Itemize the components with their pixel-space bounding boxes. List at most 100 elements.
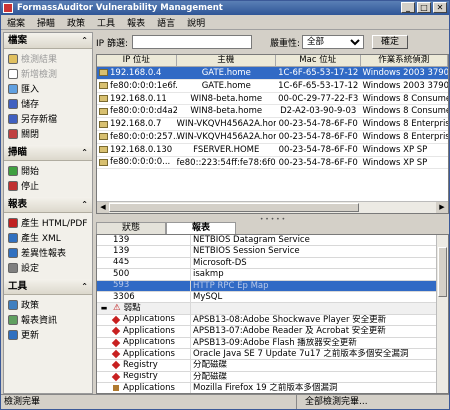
- mac-cell: 00-23-54-78-6F-F0: [278, 119, 358, 130]
- detail-category: 445: [113, 257, 130, 268]
- sidebar-item[interactable]: 產生 XML: [8, 230, 92, 245]
- sidebar-item[interactable]: 設定: [8, 260, 92, 275]
- col-ip[interactable]: IP 位址: [97, 55, 177, 66]
- col-host[interactable]: 主機: [177, 55, 276, 66]
- tab-report[interactable]: 報表: [166, 222, 236, 234]
- table-row[interactable]: fe80:0:0:0:1e6f... GATE.home 1C-6F-65-53-1…: [97, 80, 448, 93]
- ip-text: fe80:0:0:0:d4a2...: [110, 106, 177, 117]
- minimize-icon[interactable]: _: [401, 2, 415, 13]
- detail-body: 139 NETBIOS Datagram Service 139 NETBIOS Se…: [97, 235, 448, 394]
- sidebar-item[interactable]: 儲存: [8, 96, 92, 111]
- sidebar-section-scan[interactable]: 掃瞄 ⌃: [4, 145, 92, 161]
- close-window-icon[interactable]: ✕: [433, 2, 447, 13]
- scroll-left-icon[interactable]: ◀: [97, 202, 109, 213]
- table-row[interactable]: 192.168.0.7 WIN-VKQVH456A2A.home 00-23-54-…: [97, 118, 448, 131]
- detail-row[interactable]: Registry 分配磁碟: [97, 360, 448, 372]
- maximize-icon[interactable]: □: [417, 2, 431, 13]
- row-marker[interactable]: ▬: [97, 303, 111, 313]
- detail-row[interactable]: 139 NETBIOS Session Service: [97, 246, 448, 258]
- menu-item[interactable]: 掃瞄: [31, 16, 61, 29]
- severity-select[interactable]: 全部: [302, 35, 365, 49]
- detail-row[interactable]: Applications Mozilla Firefox 19 之前版本多個漏洞: [97, 383, 448, 394]
- table-row[interactable]: fe80:0:0:0:d4a2... WIN8-beta.home D2-A2-03…: [97, 105, 448, 119]
- sidebar-item[interactable]: 匯入: [8, 81, 92, 96]
- mac-cell: 1C-6F-65-53-17-12: [278, 80, 359, 91]
- sidebar-item[interactable]: 差異性報表: [8, 245, 92, 260]
- high-risk-icon: [111, 349, 121, 359]
- detail-row[interactable]: Registry 分配磁碟: [97, 371, 448, 384]
- col-mac[interactable]: Mac 位址: [276, 55, 361, 66]
- window-title: FormassAuditor Vulnerability Management: [17, 3, 223, 13]
- sidebar-item[interactable]: 開始: [8, 163, 92, 178]
- sidebar-section-file[interactable]: 檔案 ⌃: [4, 33, 92, 49]
- sidebar-item[interactable]: 停止: [8, 178, 92, 193]
- mac-cell: 00-23-54-78-6F-F0: [278, 144, 358, 155]
- detail-row[interactable]: 445 Microsoft-DS: [97, 257, 448, 270]
- detail-row[interactable]: ▬ ⚠ 弱點: [97, 303, 448, 315]
- sidebar-section-tools[interactable]: 工具 ⌃: [4, 279, 92, 295]
- tab-status[interactable]: 狀態: [96, 222, 166, 234]
- detail-row[interactable]: 139 NETBIOS Datagram Service: [97, 235, 448, 247]
- collapse-icon[interactable]: ▬: [101, 303, 108, 313]
- app-icon: [3, 3, 13, 13]
- sidebar-item[interactable]: 新增檢測: [8, 66, 92, 81]
- table-row[interactable]: fe80:0:0:0:0... fe80::223:54ff:fe78:6f0%4…: [97, 157, 448, 170]
- detail-vscrollbar[interactable]: [436, 235, 448, 393]
- scroll-thumb[interactable]: [109, 203, 359, 212]
- high-risk-icon: [111, 338, 121, 347]
- chevron-up-icon[interactable]: ⌃: [81, 197, 88, 213]
- sidebar-item[interactable]: 政策: [8, 297, 92, 312]
- mac-cell: 00-23-54-78-6F-F0: [278, 157, 358, 168]
- detail-tabs: 狀態 報表: [96, 222, 449, 234]
- chevron-up-icon[interactable]: ⌃: [81, 279, 88, 295]
- detail-description: Mozilla Firefox 19 之前版本多個漏洞: [193, 383, 338, 394]
- detail-row[interactable]: Applications APSB13-07:Adobe Reader 及 Acr…: [97, 326, 448, 338]
- status-right: 全部檢測完畢...: [296, 395, 446, 409]
- detail-row[interactable]: 500 isakmp: [97, 269, 448, 281]
- detail-row[interactable]: Applications Oracle Java SE 7 Update 7u17…: [97, 348, 448, 361]
- ip-cell: 192.168.0.4: [97, 67, 177, 79]
- menu-item[interactable]: 語言: [151, 16, 181, 29]
- sidebar-item[interactable]: 另存新檔: [8, 111, 92, 126]
- chevron-up-icon[interactable]: ⌃: [81, 145, 88, 161]
- table-row[interactable]: 192.168.0.4 GATE.home 1C-6F-65-53-17-12 Win…: [97, 67, 448, 80]
- detail-description: 分配磁碟: [193, 371, 228, 382]
- detail-category-cell: Registry: [111, 360, 191, 371]
- sidebar-item[interactable]: 更新: [8, 327, 92, 342]
- menu-item[interactable]: 說明: [181, 16, 211, 29]
- menu-item[interactable]: 報表: [121, 16, 151, 29]
- confirm-button[interactable]: 確定: [372, 35, 409, 49]
- detail-category: Registry: [123, 360, 158, 370]
- sidebar-item[interactable]: 關閉: [8, 126, 92, 141]
- sidebar-section-report[interactable]: 報表 ⌃: [4, 197, 92, 213]
- table-row[interactable]: fe80:0:0:0:257... WIN-VKQVH456A2A.home 00-…: [97, 131, 448, 144]
- status-left: 檢測完畢: [4, 397, 41, 407]
- menu-item[interactable]: 政策: [61, 16, 91, 29]
- hosts-hscrollbar[interactable]: ◀ ▶: [97, 201, 448, 213]
- detail-category-cell: 139: [111, 246, 191, 257]
- col-os[interactable]: 作業系統偵測: [361, 55, 448, 66]
- table-row[interactable]: 192.168.0.11 WIN8-beta.home 00-0C-29-77-22…: [97, 93, 448, 106]
- row-marker: [97, 372, 111, 382]
- chevron-up-icon[interactable]: ⌃: [81, 33, 88, 49]
- detail-row[interactable]: 593 HTTP RPC Ep Map: [97, 280, 448, 292]
- section-items: 政策 報表資訊更新: [4, 295, 92, 346]
- sidebar-item-label: 另存新檔: [21, 115, 58, 125]
- detail-row[interactable]: Applications APSB13-09:Adobe Flash 播放器安全更…: [97, 337, 448, 349]
- ip-filter-input[interactable]: [131, 35, 252, 49]
- detail-row[interactable]: 3306 MySQL: [97, 291, 448, 304]
- sidebar-item-label: 更新: [21, 331, 40, 341]
- sidebar-item[interactable]: 檢測結果: [8, 51, 92, 66]
- menu-item[interactable]: 檔案: [1, 16, 31, 29]
- detail-row[interactable]: Applications APSB13-08:Adobe Shockwave Pl…: [97, 314, 448, 327]
- scroll-right-icon[interactable]: ▶: [436, 202, 448, 213]
- menu-item[interactable]: 工具: [91, 16, 121, 29]
- diff-report-icon: [8, 247, 18, 258]
- table-row[interactable]: 192.168.0.130 FSERVER.HOME 00-23-54-78-6F-…: [97, 144, 448, 157]
- vscroll-thumb[interactable]: [438, 247, 447, 297]
- sidebar-item[interactable]: 產生 HTML/PDF: [8, 215, 92, 230]
- sidebar-item[interactable]: 報表資訊: [8, 312, 92, 327]
- sidebar-item-label: 開始: [21, 167, 40, 177]
- computer-icon: [99, 133, 108, 141]
- ip-cell: fe80:0:0:0:d4a2...: [97, 105, 177, 117]
